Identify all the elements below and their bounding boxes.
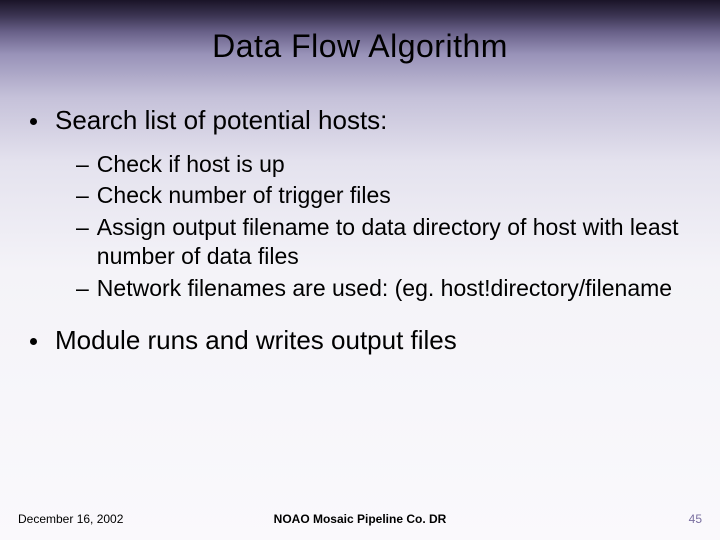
bullet-level2: – Check number of trigger files — [76, 181, 690, 210]
sub-bullet-list: – Check if host is up – Check number of … — [30, 150, 690, 303]
dash-icon: – — [76, 150, 89, 179]
slide-title: Data Flow Algorithm — [0, 0, 720, 65]
footer-page-number: 45 — [689, 512, 702, 526]
bullet-dot-icon — [30, 338, 37, 345]
bullet-text: Search list of potential hosts: — [55, 105, 387, 136]
dash-icon: – — [76, 274, 89, 303]
bullet-level1: Module runs and writes output files — [30, 325, 690, 356]
bullet-dot-icon — [30, 118, 37, 125]
slide-body: Search list of potential hosts: – Check … — [0, 65, 720, 356]
dash-icon: – — [76, 213, 89, 242]
bullet-text: Module runs and writes output files — [55, 325, 457, 356]
footer-title: NOAO Mosaic Pipeline Co. DR — [274, 512, 447, 526]
bullet-text: Assign output filename to data directory… — [97, 213, 690, 272]
bullet-level1: Search list of potential hosts: — [30, 105, 690, 136]
slide-footer: December 16, 2002 NOAO Mosaic Pipeline C… — [0, 512, 720, 526]
bullet-level2: – Check if host is up — [76, 150, 690, 179]
bullet-text: Check number of trigger files — [97, 181, 690, 210]
bullet-text: Network filenames are used: (eg. host!di… — [97, 274, 690, 303]
dash-icon: – — [76, 181, 89, 210]
footer-date: December 16, 2002 — [18, 512, 123, 526]
bullet-text: Check if host is up — [97, 150, 690, 179]
bullet-level2: – Network filenames are used: (eg. host!… — [76, 274, 690, 303]
bullet-level2: – Assign output filename to data directo… — [76, 213, 690, 272]
